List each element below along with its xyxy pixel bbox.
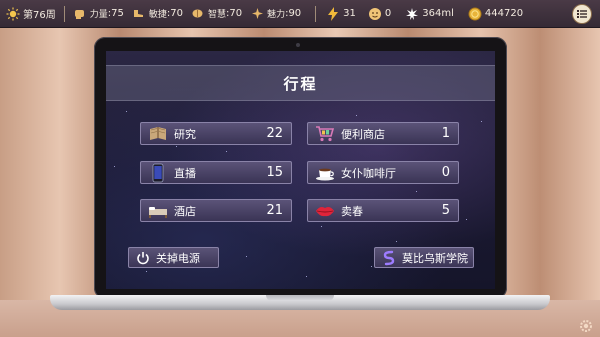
coffee-cup-icon [314, 162, 336, 183]
shopping-cart-icon [314, 123, 336, 144]
schedule-item-maid-cafe[interactable]: 女仆咖啡厅 0 [307, 161, 459, 184]
agility-label: 敏捷 [148, 10, 167, 20]
schedule-item-count: 22 [266, 126, 283, 141]
schedule-item-label: 卖春 [341, 204, 363, 218]
strength-label: 力量 [89, 10, 108, 20]
divider [63, 5, 65, 22]
strength-value: :75 [107, 8, 124, 19]
coin-icon [468, 7, 482, 21]
mobius-academy-label: 莫比乌斯学院 [402, 251, 468, 265]
fist-icon [73, 7, 87, 21]
phone-icon [147, 162, 169, 183]
schedule-item-count: 1 [441, 126, 450, 141]
agility-stat: 敏捷 :70 [132, 7, 183, 21]
schedule-item-label: 便利商店 [341, 127, 385, 141]
schedule-item-prostitution[interactable]: 卖春 5 [307, 199, 459, 222]
schedule-item-count: 0 [441, 165, 450, 180]
splash-icon [405, 7, 419, 21]
coin-value: 444720 [484, 8, 524, 19]
schedule-item-count: 21 [266, 203, 283, 218]
schedule-item-hotel[interactable]: 酒店 21 [140, 199, 292, 222]
energy-stat: 31 [326, 6, 356, 21]
agility-value: :70 [166, 8, 183, 19]
charm-label: 魅力 [267, 10, 286, 20]
laptop-screen: 行程 研究 22 直播 15 酒店 21 便利商店 1 女仆咖啡厅 0 卖春 5… [106, 51, 495, 289]
wisdom-stat: 智慧 :70 [191, 7, 242, 21]
schedule-item-label: 研究 [174, 127, 196, 141]
schedule-item-label: 直播 [174, 166, 196, 180]
schedule-item-count: 15 [266, 165, 283, 180]
brain-icon [191, 7, 205, 21]
wisdom-label: 智慧 [207, 10, 226, 20]
mobius-academy-button[interactable]: 莫比乌斯学院 [374, 247, 474, 268]
schedule-item-label: 酒店 [174, 204, 196, 218]
lips-icon [314, 200, 336, 221]
menu-icon [577, 10, 587, 18]
schedule-item-convenience-store[interactable]: 便利商店 1 [307, 122, 459, 145]
menu-button[interactable] [572, 4, 592, 24]
sun-icon [6, 7, 20, 21]
page-title: 行程 [106, 65, 495, 101]
schedule-item-research[interactable]: 研究 22 [140, 122, 292, 145]
shoe-icon [132, 7, 146, 21]
divider [315, 5, 317, 22]
energy-value: 31 [343, 8, 356, 19]
week-indicator: 第76周 [6, 6, 56, 21]
coin-stat: 444720 [468, 7, 523, 21]
status-bar: 第76周 力量 :75 敏捷 :70 智慧 :70 魅力 :90 31 0 36… [0, 0, 600, 28]
webcam [296, 43, 300, 47]
power-off-button[interactable]: 关掉电源 [128, 247, 219, 268]
volume-stat: 364ml [405, 7, 454, 21]
settings-gear-icon[interactable] [578, 318, 594, 334]
sparkle-icon [250, 7, 264, 21]
book-icon [147, 123, 169, 144]
week-text: 第76周 [23, 10, 56, 21]
face-icon [368, 7, 382, 21]
charm-stat: 魅力 :90 [250, 7, 301, 21]
laptop-notch [266, 295, 334, 301]
wisdom-value: :70 [225, 8, 243, 19]
schedule-item-label: 女仆咖啡厅 [341, 166, 396, 180]
charm-value: :90 [285, 8, 302, 19]
schedule-item-count: 5 [441, 203, 450, 218]
power-off-label: 关掉电源 [156, 251, 200, 265]
schedule-item-livestream[interactable]: 直播 15 [140, 161, 292, 184]
mobius-logo-icon [381, 250, 397, 266]
face-stat: 0 [368, 7, 391, 21]
power-icon [135, 250, 151, 266]
hotel-bed-icon [147, 200, 169, 221]
strength-stat: 力量 :75 [73, 7, 124, 21]
volume-value: 364ml [422, 8, 454, 19]
lightning-icon [326, 6, 340, 21]
face-value: 0 [384, 8, 392, 19]
